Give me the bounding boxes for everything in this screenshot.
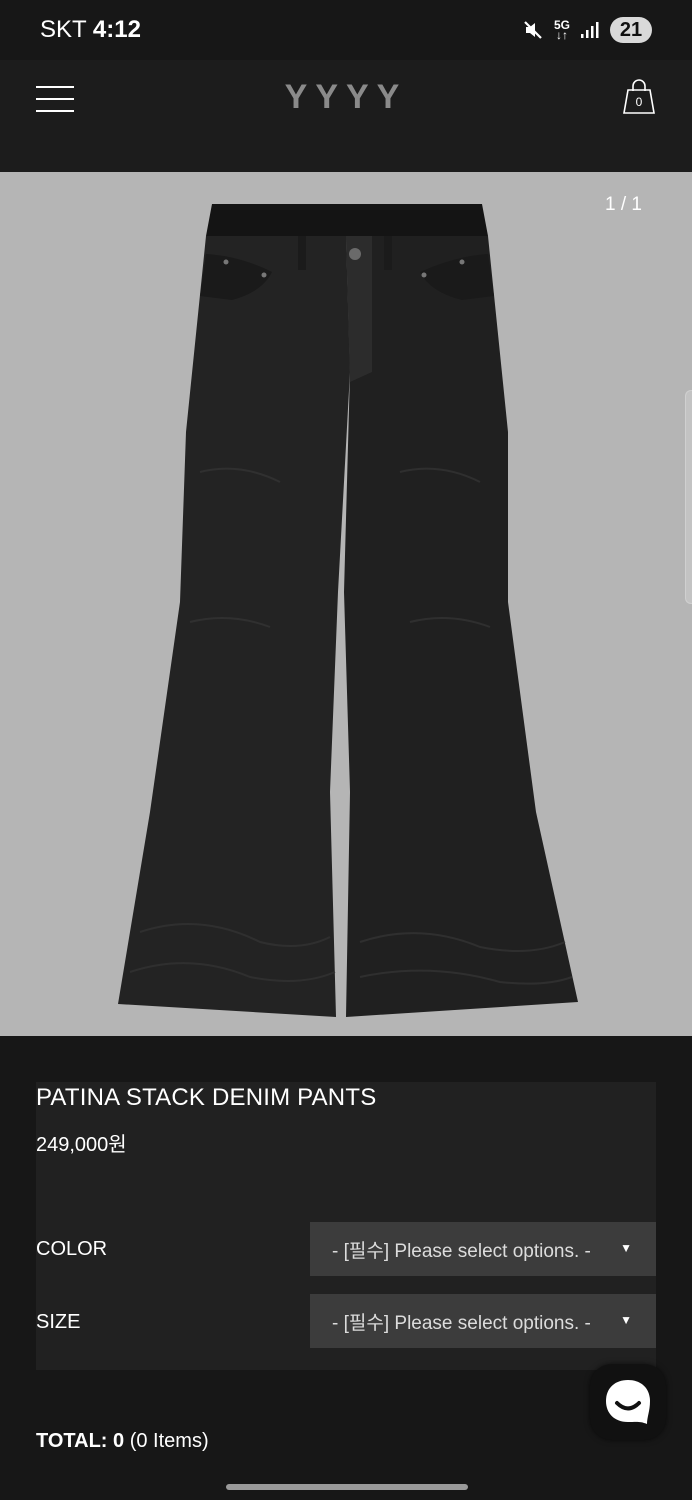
total-items: (0 Items) <box>129 1430 209 1452</box>
image-pager: 1 / 1 <box>605 194 642 215</box>
product-image-gallery[interactable]: 1 / 1 <box>0 172 692 1036</box>
battery-level: 21 <box>619 18 643 41</box>
total-label: TOTAL: <box>36 1430 108 1452</box>
network-5g-icon: 5G ↓↑ <box>553 18 570 42</box>
carrier-label: SKT <box>40 16 87 43</box>
size-select[interactable]: - [필수] Please select options. - ▼ <box>310 1294 656 1348</box>
product-image <box>118 204 578 1017</box>
chat-button[interactable] <box>590 1364 666 1440</box>
chat-bubble-icon <box>606 1380 650 1424</box>
color-select-value: - [필수] Please select options. - <box>332 1240 591 1262</box>
order-total: TOTAL: 0 (0 Items) <box>36 1430 209 1453</box>
mute-icon <box>524 21 542 39</box>
dropdown-arrow-icon: ▼ <box>620 1241 632 1255</box>
color-option-label: COLOR <box>36 1238 108 1260</box>
product-price: 249,000원 <box>36 1134 127 1156</box>
dropdown-arrow-icon: ▼ <box>620 1313 632 1327</box>
total-amount: 0 <box>113 1430 125 1452</box>
status-bar: SKT 4:12 5G ↓↑ 21 <box>0 0 692 60</box>
site-logo[interactable]: YYYY <box>0 78 692 117</box>
signal-icon <box>581 22 599 38</box>
size-select-value: - [필수] Please select options. - <box>332 1312 591 1334</box>
color-select[interactable]: - [필수] Please select options. - ▼ <box>310 1222 656 1276</box>
status-carrier-time: SKT 4:12 <box>40 16 141 44</box>
size-option-label: SIZE <box>36 1311 81 1333</box>
home-indicator[interactable] <box>226 1484 468 1490</box>
battery-icon: 21 <box>610 17 652 43</box>
scroll-handle[interactable] <box>685 390 692 604</box>
site-header: YYYY 0 <box>0 60 692 172</box>
product-info-panel: PATINA STACK DENIM PANTS 249,000원 COLOR … <box>36 1082 656 1370</box>
clock: 4:12 <box>92 16 141 43</box>
status-icons: 5G ↓↑ 21 <box>522 16 652 44</box>
shopping-bag-button[interactable]: 0 <box>622 78 656 116</box>
product-name: PATINA STACK DENIM PANTS <box>36 1084 377 1111</box>
cart-count: 0 <box>635 95 643 109</box>
